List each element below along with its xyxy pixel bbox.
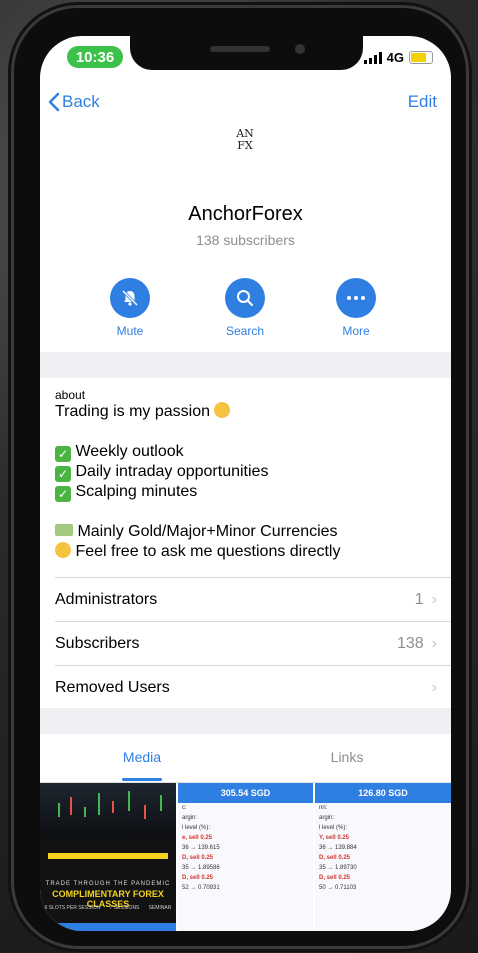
media-tabs: Media Links <box>40 734 451 783</box>
mute-label: Mute <box>116 324 144 338</box>
about-line: Feel free to ask me questions directly <box>55 542 445 562</box>
subscriber-count: 138 subscribers <box>196 232 295 248</box>
back-button[interactable]: Back <box>48 92 100 112</box>
search-icon <box>225 278 265 318</box>
status-indicators: 4G <box>363 50 433 65</box>
front-camera <box>295 44 305 54</box>
mute-button[interactable]: Mute <box>95 278 165 338</box>
media-thumbnail[interactable]: 126.80 SGD nn: argin: l level (%): Y, se… <box>315 783 451 931</box>
check-emoji-icon: ✓ <box>55 486 71 502</box>
chevron-right-icon: › <box>431 590 437 608</box>
row-label: Administrators <box>55 590 158 608</box>
smile-emoji-icon <box>55 542 71 558</box>
money-emoji-icon <box>55 524 73 536</box>
about-line: ✓ Daily intraday opportunities <box>55 462 445 482</box>
subscribers-row[interactable]: Subscribers 138 › <box>55 621 451 665</box>
removed-users-row[interactable]: Removed Users › <box>55 665 451 709</box>
media-thumbnail[interactable]: TRADE THROUGH THE PANDEMIC COMPLIMENTARY… <box>40 783 176 931</box>
row-label: Subscribers <box>55 634 140 652</box>
search-button[interactable]: Search <box>210 278 280 338</box>
status-time[interactable]: 10:36 <box>67 46 123 68</box>
row-value: 138 <box>396 634 424 652</box>
edit-button[interactable]: Edit <box>408 92 437 112</box>
check-emoji-icon: ✓ <box>55 446 71 462</box>
flyer-columns: 6 SLOTS PER SESSION 7 SESSIONS SEMINAR <box>44 905 172 911</box>
battery-icon <box>409 51 433 64</box>
section-separator <box>40 352 451 378</box>
about-blank-line <box>55 422 445 442</box>
smile-emoji-icon <box>214 402 231 418</box>
row-value: 1 <box>414 590 424 608</box>
about-line: Trading is my passion <box>55 402 445 422</box>
administrators-row[interactable]: Administrators 1 › <box>55 577 451 621</box>
back-label: Back <box>62 92 100 111</box>
flyer-subtitle: TRADE THROUGH THE PANDEMIC <box>45 881 171 887</box>
media-thumbnail[interactable]: 305.54 SGD c: argin: l level (%): e, sel… <box>178 783 313 931</box>
chevron-right-icon: › <box>431 634 437 652</box>
yellow-banner <box>48 853 168 859</box>
signal-icon <box>363 51 382 64</box>
action-buttons: Mute Search More <box>40 278 451 338</box>
bell-slash-icon <box>110 278 150 318</box>
phone-notch <box>130 36 363 70</box>
channel-logo: AN FX <box>236 127 254 152</box>
chevron-left-icon <box>48 92 60 112</box>
section-separator <box>40 708 451 734</box>
about-line: ✓ Weekly outlook <box>55 442 445 462</box>
about-header: about <box>55 388 86 402</box>
about-line: ✓ Scalping minutes <box>55 482 445 502</box>
screen: 10:36 4G Back Edit AN FX AnchorForex 138… <box>40 36 451 931</box>
channel-name: AnchorForex <box>188 203 303 225</box>
row-label: Removed Users <box>55 678 170 696</box>
price-header: 126.80 SGD <box>315 783 451 803</box>
search-label: Search <box>225 324 265 338</box>
navigation-bar: Back Edit <box>40 86 451 122</box>
tab-indicator <box>122 778 162 781</box>
tab-media[interactable]: Media <box>82 749 202 765</box>
media-grid: TRADE THROUGH THE PANDEMIC COMPLIMENTARY… <box>40 783 451 931</box>
candlestick-chart-image <box>40 783 176 838</box>
about-line: Mainly Gold/Major+Minor Currencies <box>55 522 445 542</box>
chevron-right-icon: › <box>431 678 437 696</box>
about-blank-line <box>55 502 445 522</box>
more-label: More <box>342 324 370 338</box>
price-header: 305.54 SGD <box>178 783 313 803</box>
network-type: 4G <box>386 50 404 65</box>
tab-links[interactable]: Links <box>287 749 407 765</box>
more-button[interactable]: More <box>321 278 391 338</box>
about-section: about Trading is my passion ✓ Weekly out… <box>55 388 445 562</box>
check-emoji-icon: ✓ <box>55 466 71 482</box>
flyer-price-bar <box>40 923 176 931</box>
ellipsis-icon <box>336 278 376 318</box>
speaker-grille <box>210 46 270 52</box>
